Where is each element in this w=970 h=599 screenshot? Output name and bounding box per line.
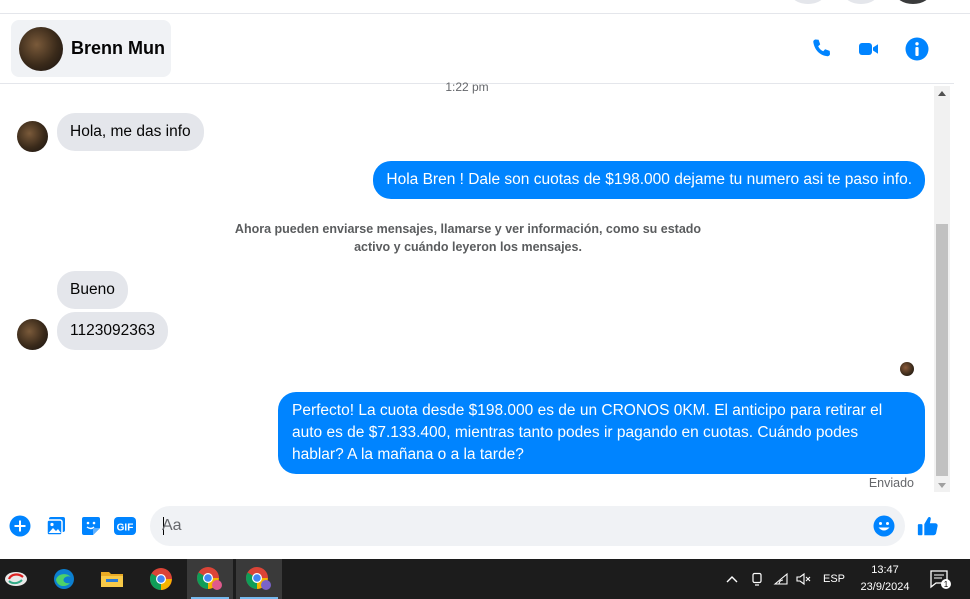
conversation-area: 1:22 pm Hola, me das info Hola Bren ! Da…	[0, 80, 934, 494]
message-timestamp: 1:22 pm	[445, 80, 489, 94]
taskbar-clock[interactable]: 13:47 23/9/2024	[852, 562, 918, 596]
volume-muted-icon[interactable]	[794, 559, 814, 599]
clock-time: 13:47	[871, 564, 899, 576]
sender-avatar[interactable]	[17, 319, 48, 350]
network-icon[interactable]	[771, 559, 791, 599]
sender-avatar[interactable]	[17, 121, 48, 152]
thumbs-up-icon[interactable]	[916, 514, 940, 538]
phone-icon[interactable]	[808, 36, 834, 62]
message-bubble-incoming[interactable]: Bueno	[57, 271, 128, 309]
language-indicator[interactable]: ESP	[818, 559, 850, 599]
svg-text:1: 1	[944, 580, 949, 589]
delivery-status: Enviado	[868, 476, 914, 490]
svg-text:GIF: GIF	[117, 523, 134, 534]
chrome-profile-1-icon[interactable]	[187, 559, 233, 599]
message-bubble-outgoing[interactable]: Hola Bren ! Dale son cuotas de $198.000 …	[373, 161, 925, 199]
chrome-icon[interactable]	[138, 559, 184, 599]
browser-top-strip	[0, 0, 970, 14]
scroll-up-arrow[interactable]	[938, 91, 946, 96]
edge-icon[interactable]	[41, 559, 87, 599]
top-button-2[interactable]	[843, 0, 879, 4]
video-camera-icon[interactable]	[856, 36, 882, 62]
contact-card[interactable]: Brenn Mun	[11, 20, 171, 77]
file-explorer-icon[interactable]	[89, 559, 135, 599]
message-bubble-outgoing[interactable]: Perfecto! La cuota desde $198.000 es de …	[278, 392, 925, 474]
seen-receipt-avatar	[900, 362, 914, 376]
message-bubble-incoming[interactable]: 1123092363	[57, 312, 169, 350]
emoji-icon[interactable]	[872, 514, 896, 538]
plus-icon[interactable]	[8, 514, 32, 538]
clock-date: 23/9/2024	[860, 581, 910, 593]
notifications-icon[interactable]: 1	[926, 559, 954, 599]
chrome-profile-2-icon[interactable]	[236, 559, 282, 599]
sticker-icon[interactable]	[79, 514, 103, 538]
conversation-scrollbar[interactable]	[934, 86, 950, 492]
start-icon[interactable]	[0, 559, 39, 599]
show-hidden-icons-icon[interactable]	[722, 559, 742, 599]
message-input[interactable]	[162, 514, 862, 538]
messenger-window: Brenn Mun 1:22 pm Hola, me das info Hola…	[0, 0, 970, 599]
system-message: Ahora pueden enviarse mensajes, llamarse…	[234, 222, 702, 254]
contact-name[interactable]: Brenn Mun	[71, 38, 165, 59]
image-icon[interactable]	[44, 514, 68, 538]
chat-header: Brenn Mun	[0, 14, 954, 84]
meet-now-icon[interactable]	[747, 559, 767, 599]
top-button-1[interactable]	[790, 0, 826, 4]
message-bubble-incoming[interactable]: Hola, me das info	[57, 113, 204, 151]
message-input-box[interactable]	[150, 506, 905, 546]
windows-taskbar: ESP 13:47 23/9/2024 1	[0, 559, 970, 599]
contact-avatar[interactable]	[19, 26, 63, 71]
profile-avatar[interactable]	[895, 0, 931, 4]
scrollbar-thumb[interactable]	[936, 224, 948, 476]
gif-icon[interactable]: GIF	[113, 514, 137, 538]
info-icon[interactable]	[904, 36, 930, 62]
message-composer: GIF	[0, 504, 954, 550]
scroll-down-arrow[interactable]	[938, 483, 946, 488]
